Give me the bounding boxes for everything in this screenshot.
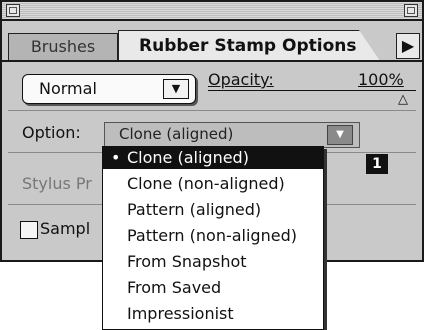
menu-item-label: Impressionist [127, 304, 234, 323]
menu-item-from-snapshot[interactable]: From Snapshot [103, 251, 323, 273]
sample-merged-label: Sampl [40, 219, 91, 238]
tab-rubber-stamp-options[interactable]: Rubber Stamp Options [118, 30, 380, 61]
zoom-box-icon[interactable] [404, 4, 418, 17]
opacity-slider-thumb-icon[interactable]: △ [398, 92, 408, 107]
stylus-pressure-label: Stylus Pr [22, 174, 92, 193]
chevron-down-icon[interactable]: ▼ [163, 79, 189, 99]
menu-item-pattern-non-aligned[interactable]: Pattern (non-aligned) [103, 225, 323, 247]
sample-merged-checkbox[interactable] [20, 221, 38, 239]
option-dropdown-menu[interactable]: • Clone (aligned) Clone (non-aligned) Pa… [102, 146, 324, 330]
menu-item-clone-non-aligned[interactable]: Clone (non-aligned) [103, 173, 323, 195]
tab-brushes[interactable]: Brushes [8, 33, 118, 60]
option-select-value: Clone (aligned) [119, 125, 234, 143]
menu-item-clone-aligned[interactable]: • Clone (aligned) [103, 147, 323, 169]
menu-item-pattern-aligned[interactable]: Pattern (aligned) [103, 199, 323, 221]
divider [8, 110, 416, 111]
tab-divider [2, 60, 422, 62]
menu-item-impressionist[interactable]: Impressionist [103, 303, 323, 325]
bullet-icon: • [111, 148, 121, 167]
menu-item-label: From Saved [127, 278, 222, 297]
option-label: Option: [22, 123, 81, 142]
chevron-down-icon[interactable]: ▼ [327, 125, 353, 145]
opacity-slider-track[interactable] [208, 90, 416, 91]
close-box-icon[interactable] [6, 4, 20, 17]
menu-item-label: Pattern (non-aligned) [127, 226, 297, 245]
menu-item-from-saved[interactable]: From Saved [103, 277, 323, 299]
menu-item-label: Pattern (aligned) [127, 200, 262, 219]
option-select[interactable]: Clone (aligned) ▼ [104, 122, 360, 148]
blend-mode-select[interactable]: Normal ▼ [22, 74, 196, 104]
palette-menu-arrow-icon[interactable]: ▶ [396, 33, 420, 59]
palette-tabs: Brushes Rubber Stamp Options ▶ [2, 21, 422, 62]
opacity-value: 100% [358, 70, 404, 89]
menu-item-label: From Snapshot [127, 252, 247, 271]
menu-item-label: Clone (aligned) [127, 148, 249, 167]
blend-mode-value: Normal [39, 79, 97, 98]
palette-title-bar[interactable] [2, 2, 422, 21]
opacity-label: Opacity: [208, 70, 274, 89]
menu-item-label: Clone (non-aligned) [127, 174, 285, 193]
badge-number: 1 [366, 154, 388, 174]
